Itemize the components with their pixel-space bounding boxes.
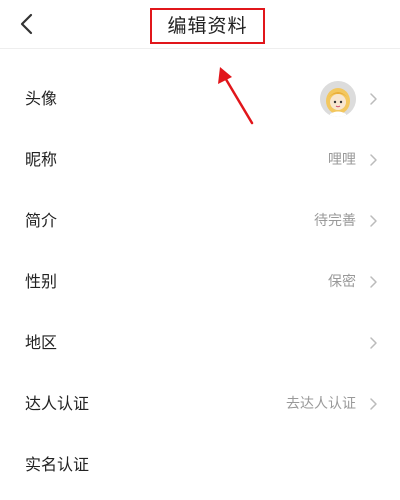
- row-value: 保密: [328, 273, 356, 290]
- row-label: 地区: [25, 332, 58, 352]
- page-title: 编辑资料: [167, 14, 248, 37]
- row-label: 实名认证: [25, 454, 90, 474]
- title-highlight-box: 编辑资料: [150, 8, 265, 44]
- chevron-right-icon: [368, 397, 378, 411]
- chevron-right-icon: [368, 336, 378, 350]
- chevron-right-icon: [368, 214, 378, 228]
- chevron-right-icon: [368, 92, 378, 106]
- back-button[interactable]: [12, 9, 42, 39]
- row-label: 性别: [25, 271, 58, 291]
- top-bar: 编辑资料: [0, 0, 400, 49]
- chevron-right-icon: [368, 275, 378, 289]
- avatar-image: [320, 80, 356, 117]
- chevron-right-icon: [368, 153, 378, 167]
- row-avatar[interactable]: 头像: [0, 68, 400, 129]
- edit-profile-page: 编辑资料 头像 昵称 哩哩 简介 待完善 性别 保密 地区 达人认证 去达人认证…: [0, 0, 400, 500]
- avatar[interactable]: [320, 80, 356, 117]
- row-value: 哩哩: [328, 151, 356, 168]
- row-label: 达人认证: [25, 393, 90, 413]
- row-value: 去达人认证: [286, 395, 356, 412]
- row-label: 昵称: [25, 149, 58, 169]
- row-nickname[interactable]: 昵称 哩哩: [0, 129, 400, 190]
- chevron-left-icon: [20, 13, 33, 35]
- profile-settings-list: 头像 昵称 哩哩 简介 待完善 性别 保密 地区 达人认证 去达人认证 实名认证: [0, 68, 400, 495]
- row-bio[interactable]: 简介 待完善: [0, 190, 400, 251]
- row-value: 待完善: [314, 212, 356, 229]
- row-expert-verification[interactable]: 达人认证 去达人认证: [0, 373, 400, 434]
- row-label: 简介: [25, 210, 58, 230]
- row-region[interactable]: 地区: [0, 312, 400, 373]
- row-realname-verification[interactable]: 实名认证: [0, 434, 400, 495]
- row-label: 头像: [25, 88, 58, 108]
- row-gender[interactable]: 性别 保密: [0, 251, 400, 312]
